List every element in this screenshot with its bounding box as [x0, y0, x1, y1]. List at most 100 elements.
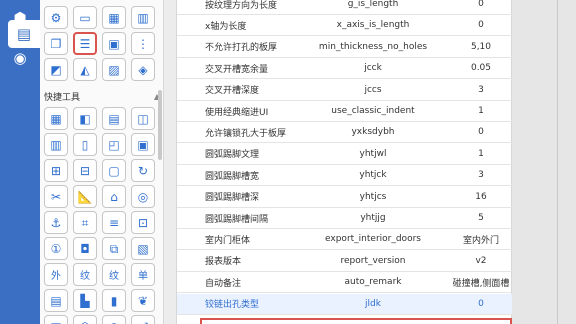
refresh-icon: ↻: [137, 163, 149, 178]
tool-button-clipboard-gear[interactable]: ▣: [102, 32, 126, 55]
align-icon: ≡: [108, 215, 120, 230]
canvas-divider: [557, 0, 558, 324]
app-window: ⬢ ▤ ◉ ⚙ ▭ ▦ ▥ ❐ ☰ ▣ ⋮ ◩ ◭ ▨ ◈ 快捷工具 ▲ ▦ ◧ ▤ ◫ ▥ ▯ ◰ ▣ ⊞ ⊟ ▢ ↻ ✂ 📐…: [0, 0, 576, 324]
tool-button-panel-corner[interactable]: ◳: [44, 315, 68, 324]
leaf-icon: ❦: [137, 293, 149, 308]
tool-button-grain-text[interactable]: 纹: [102, 263, 126, 286]
tool-button-grid[interactable]: ▦: [44, 107, 68, 130]
target-icon: ◎: [137, 189, 149, 204]
quick-tools-header[interactable]: 快捷工具 ▲: [44, 88, 160, 104]
tool-button-anchor[interactable]: ⚓: [44, 211, 68, 234]
tool-button-tag[interactable]: ⌂: [102, 185, 126, 208]
tool-button-sheet[interactable]: ▥: [131, 6, 155, 29]
tool-button-drill[interactable]: ⊟: [73, 159, 97, 182]
drill-icon: ⊟: [79, 163, 91, 178]
table-row[interactable]: 自动备注 auto_remark 碰撞槽,侧面槽: [177, 272, 513, 294]
tool-button-align[interactable]: ≡: [102, 211, 126, 234]
param-key-cell: x_axis_is_length: [336, 20, 410, 31]
param-key-cell: auto_remark: [344, 277, 402, 288]
box-edit-icon: ◩: [50, 62, 62, 77]
shape-icon: ◘: [80, 241, 90, 256]
tool-button-target[interactable]: ◎: [131, 185, 155, 208]
settings-circle-icon: ◉: [13, 48, 27, 67]
tool-panel: ⚙ ▭ ▦ ▥ ❐ ☰ ▣ ⋮ ◩ ◭ ▨ ◈ 快捷工具 ▲ ▦ ◧ ▤ ◫ ▥ ▯ ◰ ▣ ⊞ ⊟ ▢ ↻ ✂ 📐 ⌂ ◎ ⚓ ⌗ ≡ ⊡…: [40, 0, 164, 324]
tool-button-refresh[interactable]: ↻: [131, 159, 155, 182]
table-row[interactable]: 圆弧踢脚槽深 yhtjcs 16: [177, 187, 513, 208]
tool-button-board-eye[interactable]: ◫: [131, 107, 155, 130]
tool-button-hatch[interactable]: ▧: [131, 237, 155, 260]
tree-list-icon: ⋮: [137, 36, 149, 51]
tool-button-board-add[interactable]: ⊞: [44, 159, 68, 182]
tool-button-pattern-text[interactable]: 纹: [73, 263, 97, 286]
table-row[interactable]: 按纹理方向为长度 g_is_length 0: [177, 0, 513, 15]
tool-button-shape[interactable]: ◘: [73, 237, 97, 260]
tool-button-box[interactable]: ▢: [102, 159, 126, 182]
parameter-table: 按纹理方向为长度 g_is_length 0 x轴为长度 x_axis_is_lengt…: [176, 0, 513, 324]
rail-settings-button[interactable]: ◉: [4, 44, 36, 72]
tool-button-bars[interactable]: ▮: [102, 289, 126, 312]
table-row[interactable]: 允许镶锁孔大于板厚 yxksdybh 0: [177, 122, 513, 144]
selected-row-outline: [200, 318, 512, 324]
table-row[interactable]: 使用经典缩进UI use_classic_indent 1: [177, 101, 513, 122]
param-key-cell: jldk: [365, 298, 381, 309]
table-row[interactable]: 报表版本 report_version v2: [177, 251, 513, 272]
table-row[interactable]: 交叉开槽深度 jccs 3: [177, 80, 513, 101]
tool-button-layer-edit[interactable]: ▨: [102, 58, 126, 81]
board-eye-icon: ◫: [137, 111, 149, 126]
tool-button-leaf[interactable]: ❦: [131, 289, 155, 312]
tool-button-corner[interactable]: ◰: [102, 133, 126, 156]
canvas-area: [512, 0, 576, 324]
tool-button-box-edit[interactable]: ◩: [44, 58, 68, 81]
tool-button-move[interactable]: ⊕: [102, 315, 126, 324]
left-rail: ⬢ ▤ ◉: [0, 0, 40, 324]
tool-button-cube-check[interactable]: ◈: [131, 58, 155, 81]
tool-button-calculator[interactable]: ▦: [102, 6, 126, 29]
table-row[interactable]: 交叉开槽宽余量 jcck 0.05: [177, 58, 513, 80]
tool-button-paint[interactable]: ◭: [73, 58, 97, 81]
table-row[interactable]: 不允许打孔的板厚 min_thickness_no_holes 5,10: [177, 37, 513, 58]
table-row[interactable]: 圆弧踢脚槽宽 yhtjck 3: [177, 165, 513, 187]
tool-button-expand-red[interactable]: ⤢: [131, 315, 155, 324]
cut-icon: ✂: [50, 189, 62, 204]
cube-split-icon: ◧: [79, 111, 91, 126]
tool-button-copy[interactable]: ❐: [44, 32, 68, 55]
param-key-cell: yxksdybh: [351, 127, 395, 138]
table-row[interactable]: 圆弧踢脚槽间隔 yhtjjg 5: [177, 208, 513, 229]
shelf-icon: ▤: [50, 293, 62, 308]
outside-text-icon: 外: [51, 271, 61, 282]
tool-button-cut[interactable]: ✂: [44, 185, 68, 208]
tool-button-window[interactable]: ▣: [131, 133, 155, 156]
tool-button-parameter-list[interactable]: ☰: [73, 32, 97, 55]
tool-button-single-text[interactable]: 单: [131, 263, 155, 286]
sheet-icon: ▥: [137, 10, 149, 25]
tool-button-gear[interactable]: ⚙: [44, 6, 68, 29]
table-row[interactable]: 室内门柜体 export_interior_doors 室内外门: [177, 229, 513, 251]
tool-button-door[interactable]: ▯: [73, 133, 97, 156]
param-key-cell: g_is_length: [347, 0, 399, 9]
tool-button-box-3d[interactable]: ⬡: [73, 315, 97, 324]
gear-icon: ⚙: [50, 10, 62, 25]
table-row[interactable]: 圆弧踢脚文理 yhtjwl 1: [177, 144, 513, 165]
tool-button-stack[interactable]: ⧉: [102, 237, 126, 260]
param-key-cell: yhtjcs: [359, 191, 387, 202]
tool-button-dimension[interactable]: ⊡: [131, 211, 155, 234]
crop-icon: ⌗: [81, 215, 89, 230]
panel-scrollbar[interactable]: [158, 90, 162, 160]
tool-button-tree-list[interactable]: ⋮: [131, 32, 155, 55]
tag-icon: ⌂: [110, 189, 118, 204]
tool-button-shelf[interactable]: ▤: [44, 289, 68, 312]
param-key-cell: yhtjjg: [360, 213, 386, 223]
tool-button-board[interactable]: ▤: [102, 107, 126, 130]
tool-button-crop[interactable]: ⌗: [73, 211, 97, 234]
tool-button-outside-text[interactable]: 外: [44, 263, 68, 286]
tool-button-folder-settings[interactable]: ▭: [73, 6, 97, 29]
grid-icon: ▦: [50, 111, 62, 126]
tool-button-ruler[interactable]: 📐: [73, 185, 97, 208]
tool-button-flip[interactable]: ▙: [73, 289, 97, 312]
tool-button-number-one[interactable]: ①: [44, 237, 68, 260]
tool-button-panel[interactable]: ▥: [44, 133, 68, 156]
pattern-text-icon: 纹: [80, 271, 90, 282]
table-row[interactable]: x轴为长度 x_axis_is_length 0: [177, 15, 513, 37]
table-row[interactable]: 铰链出孔类型 jldk 0: [177, 293, 513, 315]
tool-button-cube-split[interactable]: ◧: [73, 107, 97, 130]
